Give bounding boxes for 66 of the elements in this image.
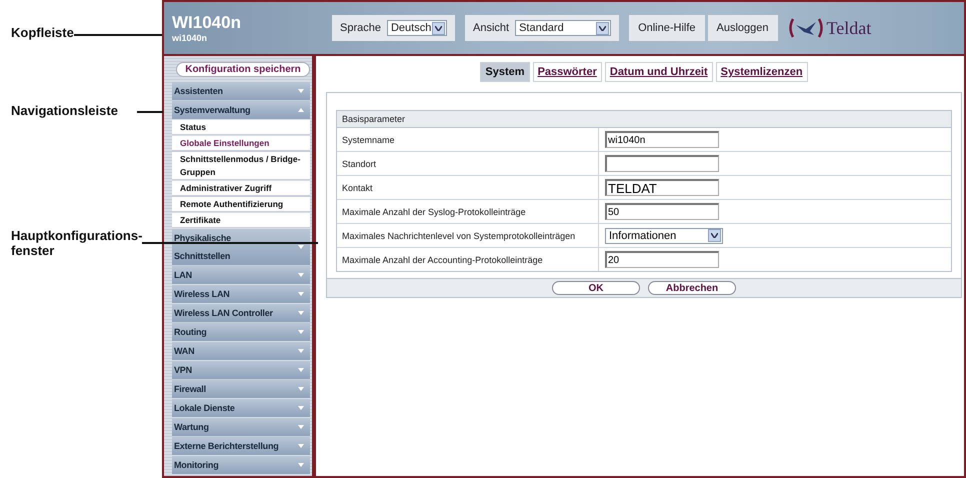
menu-group[interactable]: Wireless LAN Controller xyxy=(172,304,310,322)
menu-group[interactable]: VPN xyxy=(172,361,310,379)
menu-group[interactable]: Wireless LAN xyxy=(172,285,310,303)
menu-group[interactable]: Assistenten xyxy=(172,82,310,100)
menu-group[interactable]: Routing xyxy=(172,323,310,341)
annotation-label: Kopfleiste xyxy=(11,25,74,40)
view-label: Ansicht xyxy=(472,22,510,34)
field-label: Maximales Nachrichtenlevel von Systemprotokolleinträgen xyxy=(337,224,599,247)
caret-down-icon xyxy=(298,444,304,448)
caret-down-icon xyxy=(298,273,304,277)
menu-item[interactable]: Status xyxy=(172,120,310,135)
language-select[interactable]: Deutsch xyxy=(386,20,447,36)
caret-down-icon xyxy=(298,330,304,334)
caret-down-icon xyxy=(298,311,304,315)
device-title: WI1040n xyxy=(172,13,242,33)
logo-text: Teldat xyxy=(826,18,872,38)
bird-logo-icon xyxy=(788,17,824,39)
menu-group[interactable]: LAN xyxy=(172,266,310,284)
header-button[interactable]: Online-Hilfe xyxy=(629,15,705,41)
caret-up-icon xyxy=(298,108,304,112)
header-button[interactable]: Ausloggen xyxy=(708,15,778,41)
field-label: Kontakt xyxy=(337,176,599,199)
caret-down-icon xyxy=(298,387,304,391)
save-configuration-button[interactable]: Konfiguration speichern xyxy=(176,62,310,77)
menu-group[interactable]: Externe Berichterstellung xyxy=(172,437,310,455)
tab[interactable]: System xyxy=(480,62,530,82)
field-label: Standort xyxy=(337,152,599,175)
field-label: Maximale Anzahl der Syslog-Protokolleinträge xyxy=(337,200,599,223)
menu-group[interactable]: Systemverwaltung xyxy=(172,101,310,119)
input-field[interactable]: TELDAT xyxy=(605,179,719,196)
menu-group[interactable]: Monitoring xyxy=(172,456,310,474)
menu-item[interactable]: Remote Authentifizierung xyxy=(172,197,310,212)
menu-group[interactable]: Wartung xyxy=(172,418,310,436)
ok-button[interactable]: OK xyxy=(552,281,640,295)
field-label: Systemname xyxy=(337,128,599,151)
section-header: Basisparameter xyxy=(337,111,951,128)
level-select[interactable]: Informationen xyxy=(605,228,723,244)
menu-group[interactable]: WAN xyxy=(172,342,310,360)
menu-group[interactable]: Lokale Dienste xyxy=(172,399,310,417)
language-label: Sprache xyxy=(340,22,381,34)
menu-item[interactable]: Zertifikate xyxy=(172,213,310,228)
input-field[interactable] xyxy=(605,155,719,172)
caret-down-icon xyxy=(298,292,304,296)
leader-line xyxy=(137,111,163,113)
caret-down-icon xyxy=(298,406,304,410)
menu-group[interactable]: Physikalische Schnittstellen xyxy=(172,229,310,265)
cancel-button[interactable]: Abbrechen xyxy=(648,281,736,295)
caret-down-icon xyxy=(298,89,304,93)
device-name: wi1040n xyxy=(172,33,208,43)
tab[interactable]: Systemlizenzen xyxy=(716,62,808,82)
menu-item[interactable]: Schnittstellenmodus / Bridge-Gruppen xyxy=(172,152,310,180)
caret-down-icon xyxy=(298,368,304,372)
caret-down-icon xyxy=(298,463,304,467)
view-select[interactable]: Standard xyxy=(515,20,612,36)
menu-item[interactable]: Globale Einstellungen xyxy=(172,136,310,151)
annotation-label: Navigationsleiste xyxy=(11,103,118,118)
menu-group[interactable]: Firewall xyxy=(172,380,310,398)
input-field[interactable]: wi1040n xyxy=(605,131,719,148)
input-field[interactable]: 50 xyxy=(605,203,719,220)
caret-down-icon xyxy=(298,349,304,353)
tab[interactable]: Datum und Uhrzeit xyxy=(604,62,713,82)
caret-down-icon xyxy=(298,425,304,429)
input-field[interactable]: 20 xyxy=(605,251,719,268)
tab[interactable]: Passwörter xyxy=(532,62,602,82)
menu-item[interactable]: Administrativer Zugriff xyxy=(172,181,310,196)
field-label: Maximale Anzahl der Accounting-Protokolleinträge xyxy=(337,248,599,271)
